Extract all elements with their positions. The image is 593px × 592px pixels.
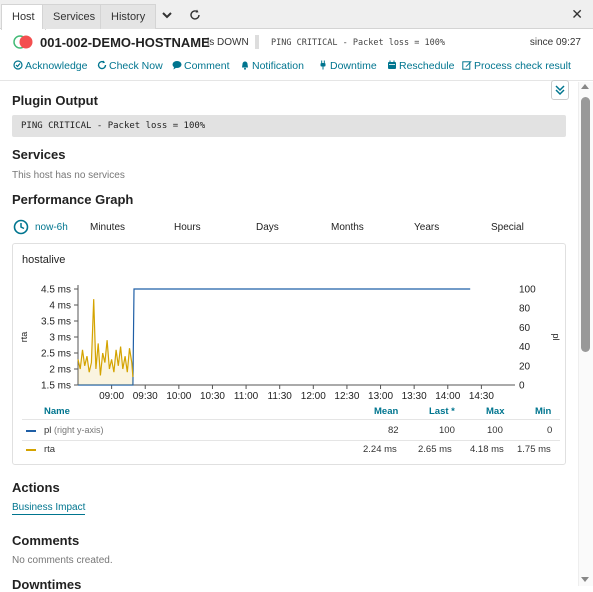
series-pl-line: [78, 288, 471, 386]
x-tick-label: 10:00: [166, 391, 191, 402]
x-tick-label: 11:00: [234, 391, 259, 402]
y2-tick-label: 60: [519, 323, 531, 334]
legend-row-pl[interactable]: pl (right y-axis): [44, 425, 104, 436]
downtimes-title: Downtimes: [12, 577, 82, 592]
actions-title: Actions: [12, 480, 60, 495]
x-tick-label: 12:30: [334, 391, 359, 402]
y-tick-label: 1.5 ms: [41, 381, 71, 392]
y-tick-label: 4 ms: [49, 301, 71, 312]
legend-header-name[interactable]: Name: [44, 406, 70, 417]
legend-mean-pl: 82: [388, 425, 399, 436]
y-tick-label: 3.5 ms: [41, 317, 71, 328]
legend-header-min[interactable]: Min: [535, 406, 551, 417]
x-tick-label: 13:30: [402, 391, 427, 402]
y2-tick-label: 80: [519, 304, 531, 315]
legend-max-pl: 100: [487, 425, 503, 436]
legend-name-rta[interactable]: rta: [44, 444, 55, 455]
x-tick-label: 13:00: [368, 391, 393, 402]
legend-max-rta: 4.18 ms: [470, 444, 504, 455]
y-tick-label: 4.5 ms: [41, 285, 71, 296]
y-tick-label: 2.5 ms: [41, 349, 71, 360]
y2-tick-label: 0: [519, 381, 525, 392]
comments-empty-text: No comments created.: [12, 555, 113, 566]
legend-mean-rta: 2.24 ms: [363, 444, 397, 455]
x-tick-label: 09:00: [99, 391, 124, 402]
legend-divider: [22, 419, 560, 420]
x-tick-label: 14:00: [435, 391, 460, 402]
y-tick-label: 3 ms: [49, 333, 71, 344]
series-rta-area: [78, 299, 133, 385]
x-tick-label: 09:30: [133, 391, 158, 402]
y2-tick-label: 40: [519, 342, 531, 353]
legend-header-max[interactable]: Max: [486, 406, 504, 417]
y2-tick-label: 100: [519, 285, 536, 296]
legend-header-mean[interactable]: Mean: [374, 406, 398, 417]
legend-divider: [22, 440, 560, 441]
x-tick-label: 12:00: [301, 391, 326, 402]
legend-header-last[interactable]: Last *: [429, 406, 455, 417]
legend-min-pl: 0: [547, 425, 553, 436]
business-impact-link[interactable]: Business Impact: [12, 502, 86, 515]
legend-note-pl: (right y-axis): [54, 425, 104, 435]
x-tick-label: 14:30: [469, 391, 494, 402]
x-tick-label: 10:30: [200, 391, 225, 402]
legend-swatch-pl: [26, 430, 36, 432]
x-tick-label: 11:30: [268, 391, 293, 402]
legend-swatch-rta: [26, 449, 36, 451]
legend-last-pl: 100: [439, 425, 455, 436]
legend-last-rta: 2.65 ms: [418, 444, 452, 455]
y-tick-label: 2 ms: [49, 365, 71, 376]
comments-title: Comments: [12, 533, 80, 548]
y-axis-title: rta: [19, 332, 29, 343]
y2-tick-label: 20: [519, 361, 531, 372]
legend-name-pl: pl: [44, 425, 52, 436]
performance-chart: 1.5 ms 2 ms 2.5 ms 3 ms 3.5 ms 4 ms 4.5 ms 0 20 4…: [19, 285, 561, 403]
legend-min-rta: 1.75 ms: [517, 444, 551, 455]
y2-axis-title: pl: [551, 333, 561, 340]
